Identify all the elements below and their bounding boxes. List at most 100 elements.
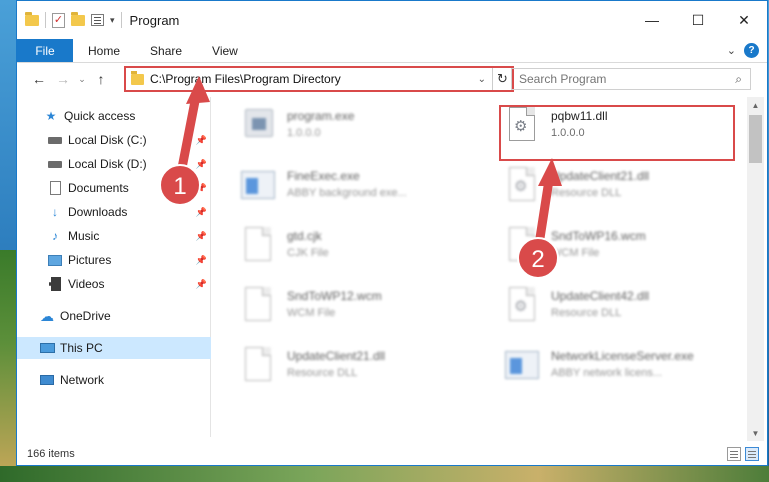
sidebar-item-label: OneDrive (60, 309, 111, 323)
drive-icon (47, 132, 63, 148)
file-name: NetworkLicenseServer.exe (551, 349, 694, 363)
blank-file-icon (239, 285, 277, 325)
pin-icon[interactable]: 📌 (196, 183, 207, 194)
ribbon-tabs: File Home Share View ⌄ ? (17, 39, 767, 63)
sidebar-item-quick-access[interactable]: ★ Quick access (17, 105, 211, 127)
search-box[interactable]: ⌕ (511, 68, 751, 90)
file-detail: CJK File (287, 247, 329, 259)
file-item[interactable]: FineExec.exe ABBY background exe... (239, 165, 475, 213)
pictures-icon (47, 252, 63, 268)
file-name: UpdateClient21.dll (287, 349, 386, 363)
scroll-up-arrow-icon[interactable]: ▲ (747, 97, 764, 113)
blank-file-icon (503, 225, 541, 265)
tab-share[interactable]: Share (135, 39, 197, 62)
file-name: program.exe (287, 109, 355, 123)
sidebar-item-label: Quick access (64, 109, 136, 123)
search-input[interactable] (519, 72, 719, 86)
file-item[interactable]: SndToWP16.wcm WCM File (503, 225, 739, 273)
star-icon: ★ (45, 109, 57, 123)
maximize-button[interactable]: ☐ (675, 1, 721, 39)
tab-file[interactable]: File (17, 39, 73, 62)
file-detail: ABBY network licens... (551, 367, 663, 379)
file-item[interactable]: gtd.cjk CJK File (239, 225, 475, 273)
customize-dropdown-icon[interactable]: ▾ (110, 15, 115, 26)
sidebar-item-local-disk-c[interactable]: Local Disk (C:) 📌 (17, 129, 211, 151)
up-arrow-icon[interactable]: ↑ (89, 71, 113, 87)
sidebar-item-label: This PC (60, 341, 103, 355)
properties-icon[interactable] (91, 14, 104, 26)
sidebar-item-local-disk-d[interactable]: Local Disk (D:) 📌 (17, 153, 211, 175)
tab-home[interactable]: Home (73, 39, 135, 62)
sidebar-item-music[interactable]: ♪ Music 📌 (17, 225, 211, 247)
properties-check-icon[interactable]: ✓ (52, 12, 65, 28)
file-name: SndToWP12.wcm (287, 289, 382, 303)
pin-icon[interactable]: 📌 (196, 135, 207, 146)
divider (45, 12, 46, 28)
drive-icon (47, 156, 63, 172)
sidebar-item-pictures[interactable]: Pictures 📌 (17, 249, 211, 271)
expand-ribbon-chevron-icon[interactable]: ⌄ (727, 44, 736, 57)
recent-locations-chevron-icon[interactable]: ⌄ (75, 74, 89, 85)
refresh-icon[interactable]: ↻ (492, 68, 512, 90)
sidebar-item-downloads[interactable]: ↓ Downloads 📌 (17, 201, 211, 223)
blank-file-icon (239, 345, 277, 385)
file-item[interactable]: UpdateClient21.dll Resource DLL (239, 345, 475, 393)
forward-arrow-icon[interactable]: → (51, 71, 75, 87)
item-count: 166 items (27, 448, 75, 460)
file-item[interactable]: NetworkLicenseServer.exe ABBY network lic… (503, 345, 739, 393)
folder-icon (25, 11, 39, 26)
file-item[interactable]: ⚙ UpdateClient42.dll Resource DLL (503, 285, 739, 333)
dll-gears-icon: ⚙ (503, 285, 541, 325)
pin-icon[interactable]: 📌 (196, 231, 207, 242)
explorer-window: ✓ ▾ Program — ☐ ✕ File Home Share View ⌄… (16, 0, 768, 466)
back-arrow-icon[interactable]: ← (27, 71, 51, 87)
new-folder-icon[interactable] (71, 11, 85, 26)
address-dropdown-icon[interactable]: ⌄ (478, 74, 486, 85)
address-path[interactable]: C:\Program Files\Program Directory (150, 72, 478, 86)
sidebar-item-this-pc[interactable]: This PC (17, 337, 211, 359)
help-icon[interactable]: ? (744, 43, 759, 58)
sidebar-item-network[interactable]: Network (17, 369, 211, 391)
sidebar-item-label: Network (60, 373, 105, 387)
pin-icon[interactable]: 📌 (196, 159, 207, 170)
close-button[interactable]: ✕ (721, 1, 767, 39)
details-view-icon[interactable] (727, 447, 741, 461)
file-name: FineExec.exe (287, 169, 360, 183)
large-icons-view-icon[interactable] (745, 447, 759, 461)
sidebar-item-label: Pictures (68, 253, 112, 267)
minimize-button[interactable]: — (629, 1, 675, 39)
file-detail: Resource DLL (551, 187, 622, 199)
file-detail: Resource DLL (551, 307, 622, 319)
title-bar: ✓ ▾ Program — ☐ ✕ (17, 1, 767, 39)
tab-view[interactable]: View (197, 39, 253, 62)
network-icon (39, 372, 55, 388)
scroll-down-arrow-icon[interactable]: ▼ (747, 425, 764, 441)
search-icon[interactable]: ⌕ (735, 72, 742, 87)
sidebar-item-documents[interactable]: Documents 📌 (17, 177, 211, 199)
window-title: Program (129, 12, 180, 28)
music-icon: ♪ (52, 229, 58, 243)
sidebar-item-label: Videos (68, 277, 105, 291)
window-controls: — ☐ ✕ (629, 1, 767, 39)
file-detail: WCM File (287, 307, 336, 319)
pin-icon[interactable]: 📌 (196, 207, 207, 218)
download-icon: ↓ (52, 205, 58, 219)
exe-icon (239, 105, 277, 145)
vertical-scrollbar[interactable]: ▲ ▼ (747, 97, 764, 441)
file-item[interactable]: SndToWP12.wcm WCM File (239, 285, 475, 333)
scrollbar-thumb[interactable] (749, 115, 762, 163)
view-toggle (727, 447, 759, 461)
sidebar-item-videos[interactable]: Videos 📌 (17, 273, 211, 295)
pin-icon[interactable]: 📌 (196, 255, 207, 266)
address-bar[interactable]: C:\Program Files\Program Directory ⌄ ↻ (124, 66, 514, 92)
pin-icon[interactable]: 📌 (196, 279, 207, 290)
desktop-background-bottom (0, 466, 769, 482)
sidebar-item-onedrive[interactable]: ☁ OneDrive (17, 305, 211, 327)
file-item[interactable]: program.exe 1.0.0.0 (239, 105, 475, 153)
navigation-pane: ★ Quick access Local Disk (C:) 📌 Local D… (17, 97, 211, 437)
selected-file-highlight (499, 105, 735, 161)
app-window-icon (239, 165, 277, 205)
file-item[interactable]: ⚙ UpdateClient21.dll Resource DLL (503, 165, 739, 213)
file-detail: WCM File (551, 247, 600, 259)
sidebar-item-label: Downloads (68, 205, 128, 219)
